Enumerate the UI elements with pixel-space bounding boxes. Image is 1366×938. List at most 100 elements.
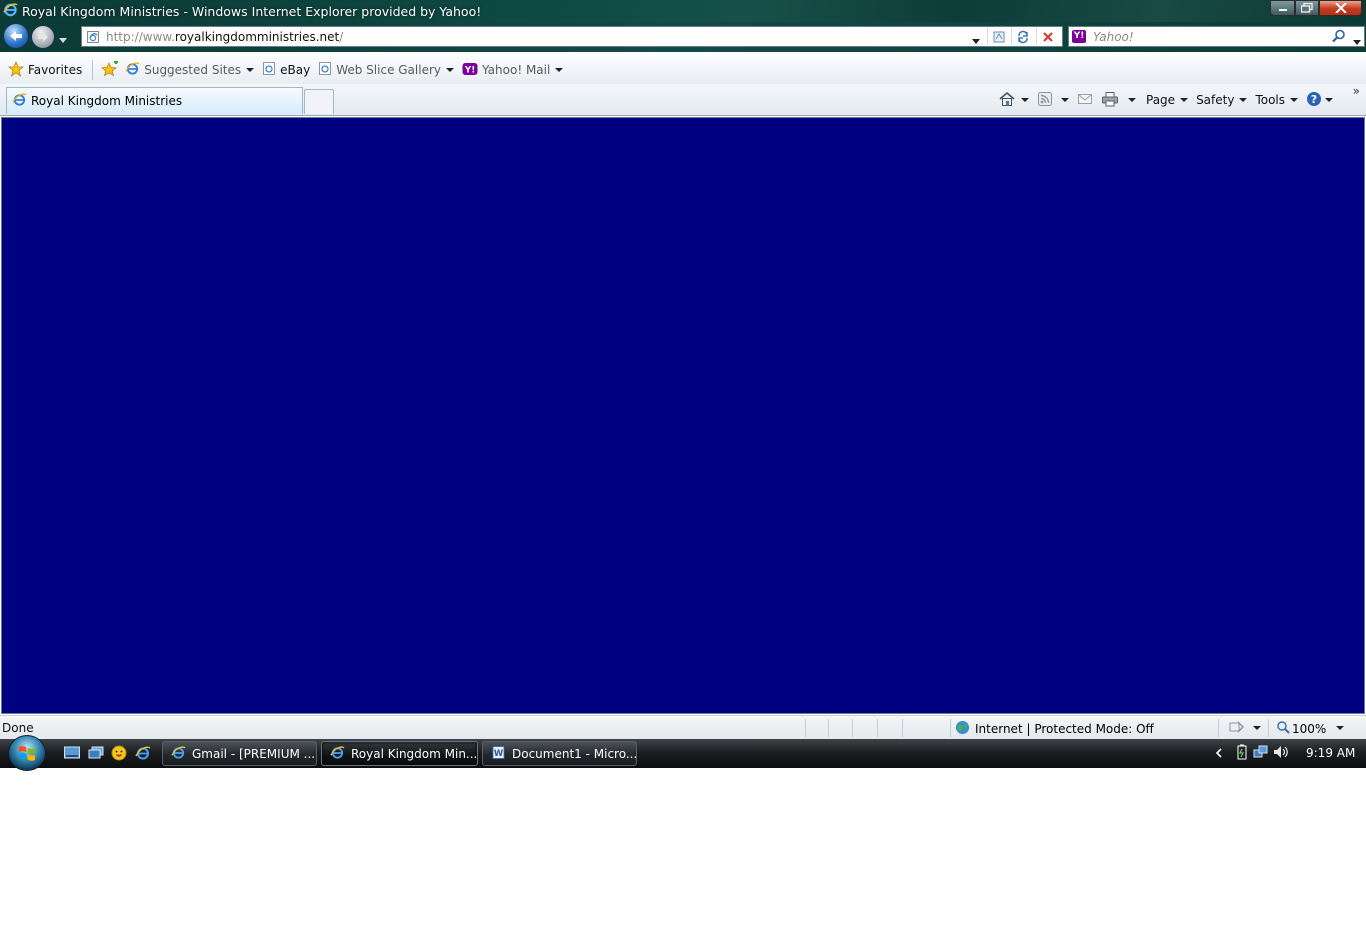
restore-button[interactable]	[1295, 0, 1319, 16]
page-menu-button[interactable]: Page	[1146, 93, 1189, 107]
web-page-content[interactable]	[1, 117, 1365, 714]
status-divider	[805, 719, 806, 737]
close-button[interactable]	[1319, 0, 1362, 16]
chevron-down-icon	[1180, 98, 1189, 102]
print-button[interactable]	[1101, 91, 1136, 110]
back-button[interactable]	[3, 23, 29, 49]
favorite-yahoo-mail[interactable]: Y! Yahoo! Mail	[458, 59, 567, 81]
network-icon[interactable]	[1253, 744, 1269, 763]
page-menu-label: Page	[1146, 93, 1176, 107]
taskbar-button-label: Royal Kingdom Min...	[351, 746, 478, 761]
switch-windows-icon[interactable]	[88, 745, 104, 761]
ie-icon[interactable]	[135, 745, 151, 761]
system-tray	[1215, 739, 1289, 768]
forward-button[interactable]	[31, 25, 55, 49]
home-button[interactable]	[998, 91, 1029, 110]
page-icon	[262, 61, 276, 79]
restore-icon	[1301, 3, 1313, 13]
web-slice-gallery-label: Web Slice Gallery	[336, 63, 441, 77]
search-icon[interactable]	[1332, 29, 1346, 46]
status-divider	[1218, 719, 1219, 737]
taskbar-button-label: Document1 - Micro...	[512, 746, 637, 761]
page-icon	[86, 30, 100, 47]
show-desktop-icon[interactable]	[64, 745, 80, 761]
ie-icon	[3, 2, 18, 20]
chevron-down-icon	[555, 68, 564, 72]
window-controls	[1270, 0, 1362, 16]
power-icon[interactable]	[1235, 744, 1249, 763]
taskbar-button-royal-kingdom[interactable]: Royal Kingdom Min...	[321, 741, 478, 766]
yahoo-icon[interactable]: Y!	[1072, 30, 1086, 43]
refresh-icon[interactable]	[1011, 28, 1033, 45]
recent-pages-dropdown-icon[interactable]	[59, 32, 67, 46]
globe-icon	[955, 720, 970, 738]
chevron-down-icon	[1325, 98, 1334, 102]
ie-icon	[125, 61, 140, 79]
printer-icon	[1101, 91, 1119, 110]
clock[interactable]: 9:19 AM	[1306, 746, 1355, 760]
tab-royal-kingdom-ministries[interactable]: Royal Kingdom Ministries	[6, 87, 303, 114]
tab-label: Royal Kingdom Ministries	[31, 94, 183, 108]
start-button[interactable]	[8, 735, 46, 771]
yahoo-mail-label: Yahoo! Mail	[482, 63, 551, 77]
address-bar[interactable]: http://www.royalkingdomministries.net/	[81, 26, 1063, 47]
add-to-favorites-bar-button[interactable]	[99, 59, 121, 81]
favorite-ebay[interactable]: eBay	[258, 59, 314, 81]
chevron-down-icon[interactable]	[1253, 726, 1261, 730]
chevron-down-icon[interactable]	[1061, 98, 1069, 102]
address-url[interactable]: http://www.royalkingdomministries.net/	[106, 30, 343, 44]
volume-icon[interactable]	[1273, 745, 1289, 762]
address-dropdown-icon[interactable]	[972, 33, 980, 47]
safety-menu-button[interactable]: Safety	[1196, 93, 1248, 107]
title-bar[interactable]: Royal Kingdom Ministries - Windows Inter…	[0, 0, 1366, 22]
search-options-dropdown-icon[interactable]	[1353, 34, 1361, 48]
ie-icon	[330, 745, 345, 763]
compatibility-view-icon[interactable]	[987, 28, 1009, 45]
security-zone[interactable]: Internet | Protected Mode: Off	[955, 720, 1154, 738]
tools-menu-button[interactable]: Tools	[1255, 93, 1299, 107]
minimize-icon	[1278, 9, 1287, 11]
favorite-suggested-sites[interactable]: Suggested Sites	[121, 59, 258, 81]
favorites-button[interactable]: Favorites	[4, 59, 86, 81]
help-menu-button[interactable]: ?	[1306, 91, 1334, 110]
status-divider	[877, 719, 878, 737]
zoom-level[interactable]: 100%	[1276, 720, 1326, 737]
rss-feed-icon	[1037, 91, 1053, 110]
command-bar-overflow-icon[interactable]: »	[1353, 84, 1360, 98]
taskbar-button-label: Gmail - [PREMIUM ...	[192, 746, 316, 761]
yahoo-icon: Y!	[462, 62, 478, 79]
taskbar-button-word-document[interactable]: W Document1 - Micro...	[482, 741, 637, 766]
search-box[interactable]: Y! Yahoo!	[1068, 26, 1365, 47]
status-bar: Done Internet | Protected Mode: Off 100%	[0, 715, 1366, 739]
command-bar: Page Safety Tools ?	[998, 89, 1341, 111]
chevron-down-icon[interactable]	[1021, 98, 1029, 102]
forward-arrow-icon	[38, 32, 48, 42]
messenger-smiley-icon[interactable]	[111, 745, 127, 761]
chevron-down-icon	[1290, 98, 1299, 102]
status-divider	[950, 719, 951, 737]
feeds-button[interactable]	[1037, 91, 1069, 110]
add-favorite-star-icon	[101, 59, 119, 80]
stop-icon[interactable]	[1036, 28, 1058, 45]
chevron-down-icon[interactable]	[1128, 98, 1136, 102]
window-title: Royal Kingdom Ministries - Windows Inter…	[22, 3, 482, 19]
page-icon	[318, 61, 332, 79]
read-mail-button[interactable]	[1077, 92, 1093, 109]
taskbar-button-gmail[interactable]: Gmail - [PREMIUM ...	[162, 741, 317, 766]
favorites-separator	[92, 60, 94, 80]
svg-text:?: ?	[1311, 93, 1317, 106]
back-arrow-icon	[10, 31, 22, 41]
popup-blocker-icon[interactable]	[1229, 720, 1245, 737]
favorite-web-slice-gallery[interactable]: Web Slice Gallery	[314, 59, 458, 81]
search-input[interactable]: Yahoo!	[1093, 30, 1134, 44]
taskbar: Gmail - [PREMIUM ... Royal Kingdom Min..…	[0, 735, 1366, 771]
mail-icon	[1077, 92, 1093, 109]
minimize-button[interactable]	[1270, 0, 1295, 16]
status-divider	[1268, 719, 1269, 737]
zoom-dropdown-icon[interactable]	[1336, 726, 1344, 730]
chevron-down-icon	[246, 68, 255, 72]
tray-expand-chevron-icon[interactable]	[1215, 747, 1223, 761]
star-icon	[7, 60, 25, 80]
new-tab-button[interactable]	[304, 89, 334, 114]
safety-menu-label: Safety	[1196, 93, 1235, 107]
